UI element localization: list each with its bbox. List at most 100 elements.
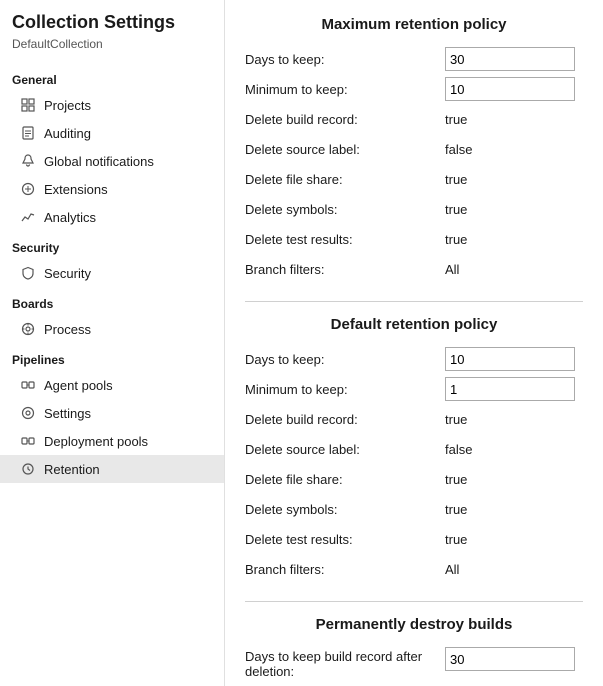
sidebar-item-security[interactable]: Security xyxy=(0,259,224,287)
sidebar-item-settings[interactable]: Settings xyxy=(0,399,224,427)
max-min-to-keep-label: Minimum to keep: xyxy=(245,82,445,97)
sidebar-item-deployment-pools[interactable]: Deployment pools xyxy=(0,427,224,455)
auditing-icon xyxy=(20,125,36,141)
default-branch-filters-value: All xyxy=(445,562,459,577)
max-delete-symbols-row: Delete symbols: true xyxy=(245,197,583,221)
default-retention-heading: Default retention policy xyxy=(245,316,583,333)
collection-subtitle: DefaultCollection xyxy=(0,37,224,63)
default-delete-file-share-label: Delete file share: xyxy=(245,472,445,487)
default-delete-test-results-value: true xyxy=(445,532,467,547)
default-days-to-keep-label: Days to keep: xyxy=(245,352,445,367)
destroy-days-row: Days to keep build record after deletion… xyxy=(245,647,583,679)
divider-1 xyxy=(245,301,583,302)
default-delete-build-record-row: Delete build record: true xyxy=(245,407,583,431)
max-delete-source-label-value: false xyxy=(445,142,472,157)
sidebar-item-label: Settings xyxy=(44,406,91,421)
sidebar-item-label: Retention xyxy=(44,462,100,477)
max-delete-build-record-value: true xyxy=(445,112,467,127)
max-min-to-keep-row: Minimum to keep: xyxy=(245,77,583,101)
sidebar-item-label: Process xyxy=(44,322,91,337)
max-delete-source-label-row: Delete source label: false xyxy=(245,137,583,161)
sidebar-item-agent-pools[interactable]: Agent pools xyxy=(0,371,224,399)
sidebar-item-projects[interactable]: Projects xyxy=(0,91,224,119)
section-security: Security xyxy=(0,231,224,259)
agent-pools-icon xyxy=(20,377,36,393)
max-retention-heading: Maximum retention policy xyxy=(245,16,583,33)
default-delete-file-share-row: Delete file share: true xyxy=(245,467,583,491)
sidebar-item-global-notifications[interactable]: Global notifications xyxy=(0,147,224,175)
max-delete-test-results-row: Delete test results: true xyxy=(245,227,583,251)
security-icon xyxy=(20,265,36,281)
process-icon xyxy=(20,321,36,337)
max-branch-filters-label: Branch filters: xyxy=(245,262,445,277)
max-retention-section: Maximum retention policy Days to keep: M… xyxy=(245,16,583,281)
default-days-to-keep-input[interactable] xyxy=(445,347,575,371)
max-delete-file-share-label: Delete file share: xyxy=(245,172,445,187)
sidebar-item-label: Agent pools xyxy=(44,378,113,393)
default-branch-filters-label: Branch filters: xyxy=(245,562,445,577)
default-delete-file-share-value: true xyxy=(445,472,467,487)
sidebar-item-extensions[interactable]: Extensions xyxy=(0,175,224,203)
extensions-icon xyxy=(20,181,36,197)
sidebar-item-auditing[interactable]: Auditing xyxy=(0,119,224,147)
page-title: Collection Settings xyxy=(0,12,224,37)
max-delete-build-record-label: Delete build record: xyxy=(245,112,445,127)
max-days-to-keep-label: Days to keep: xyxy=(245,52,445,67)
default-delete-symbols-value: true xyxy=(445,502,467,517)
settings-icon xyxy=(20,405,36,421)
max-delete-source-label-label: Delete source label: xyxy=(245,142,445,157)
default-delete-test-results-row: Delete test results: true xyxy=(245,527,583,551)
permanently-destroy-section: Permanently destroy builds Days to keep … xyxy=(245,616,583,679)
default-delete-source-label-label: Delete source label: xyxy=(245,442,445,457)
default-branch-filters-row: Branch filters: All xyxy=(245,557,583,581)
default-days-to-keep-row: Days to keep: xyxy=(245,347,583,371)
sidebar-item-label: Analytics xyxy=(44,210,96,225)
default-delete-symbols-row: Delete symbols: true xyxy=(245,497,583,521)
default-delete-source-label-row: Delete source label: false xyxy=(245,437,583,461)
sidebar-item-label: Auditing xyxy=(44,126,91,141)
section-pipelines: Pipelines xyxy=(0,343,224,371)
retention-icon xyxy=(20,461,36,477)
max-delete-test-results-label: Delete test results: xyxy=(245,232,445,247)
default-min-to-keep-label: Minimum to keep: xyxy=(245,382,445,397)
deployment-pools-icon xyxy=(20,433,36,449)
default-min-to-keep-row: Minimum to keep: xyxy=(245,377,583,401)
sidebar-item-label: Security xyxy=(44,266,91,281)
default-delete-build-record-value: true xyxy=(445,412,467,427)
max-branch-filters-value: All xyxy=(445,262,459,277)
destroy-days-input[interactable] xyxy=(445,647,575,671)
default-delete-source-label-value: false xyxy=(445,442,472,457)
max-delete-symbols-value: true xyxy=(445,202,467,217)
default-delete-test-results-label: Delete test results: xyxy=(245,532,445,547)
max-delete-symbols-label: Delete symbols: xyxy=(245,202,445,217)
max-branch-filters-row: Branch filters: All xyxy=(245,257,583,281)
section-general: General xyxy=(0,63,224,91)
max-delete-file-share-row: Delete file share: true xyxy=(245,167,583,191)
max-delete-file-share-value: true xyxy=(445,172,467,187)
max-min-to-keep-input[interactable] xyxy=(445,77,575,101)
max-delete-test-results-value: true xyxy=(445,232,467,247)
sidebar-item-label: Projects xyxy=(44,98,91,113)
sidebar-item-label: Extensions xyxy=(44,182,108,197)
max-delete-build-record-row: Delete build record: true xyxy=(245,107,583,131)
sidebar-item-analytics[interactable]: Analytics xyxy=(0,203,224,231)
permanently-destroy-heading: Permanently destroy builds xyxy=(245,616,583,633)
section-boards: Boards xyxy=(0,287,224,315)
sidebar-item-retention[interactable]: Retention xyxy=(0,455,224,483)
default-retention-section: Default retention policy Days to keep: M… xyxy=(245,316,583,581)
divider-2 xyxy=(245,601,583,602)
default-min-to-keep-input[interactable] xyxy=(445,377,575,401)
sidebar-item-process[interactable]: Process xyxy=(0,315,224,343)
max-days-to-keep-row: Days to keep: xyxy=(245,47,583,71)
destroy-days-label: Days to keep build record after deletion… xyxy=(245,647,445,679)
sidebar-item-label: Global notifications xyxy=(44,154,154,169)
sidebar: Collection Settings DefaultCollection Ge… xyxy=(0,0,225,686)
notifications-icon xyxy=(20,153,36,169)
analytics-icon xyxy=(20,209,36,225)
main-content: Maximum retention policy Days to keep: M… xyxy=(225,0,603,686)
max-days-to-keep-input[interactable] xyxy=(445,47,575,71)
sidebar-item-label: Deployment pools xyxy=(44,434,148,449)
default-delete-build-record-label: Delete build record: xyxy=(245,412,445,427)
default-delete-symbols-label: Delete symbols: xyxy=(245,502,445,517)
projects-icon xyxy=(20,97,36,113)
